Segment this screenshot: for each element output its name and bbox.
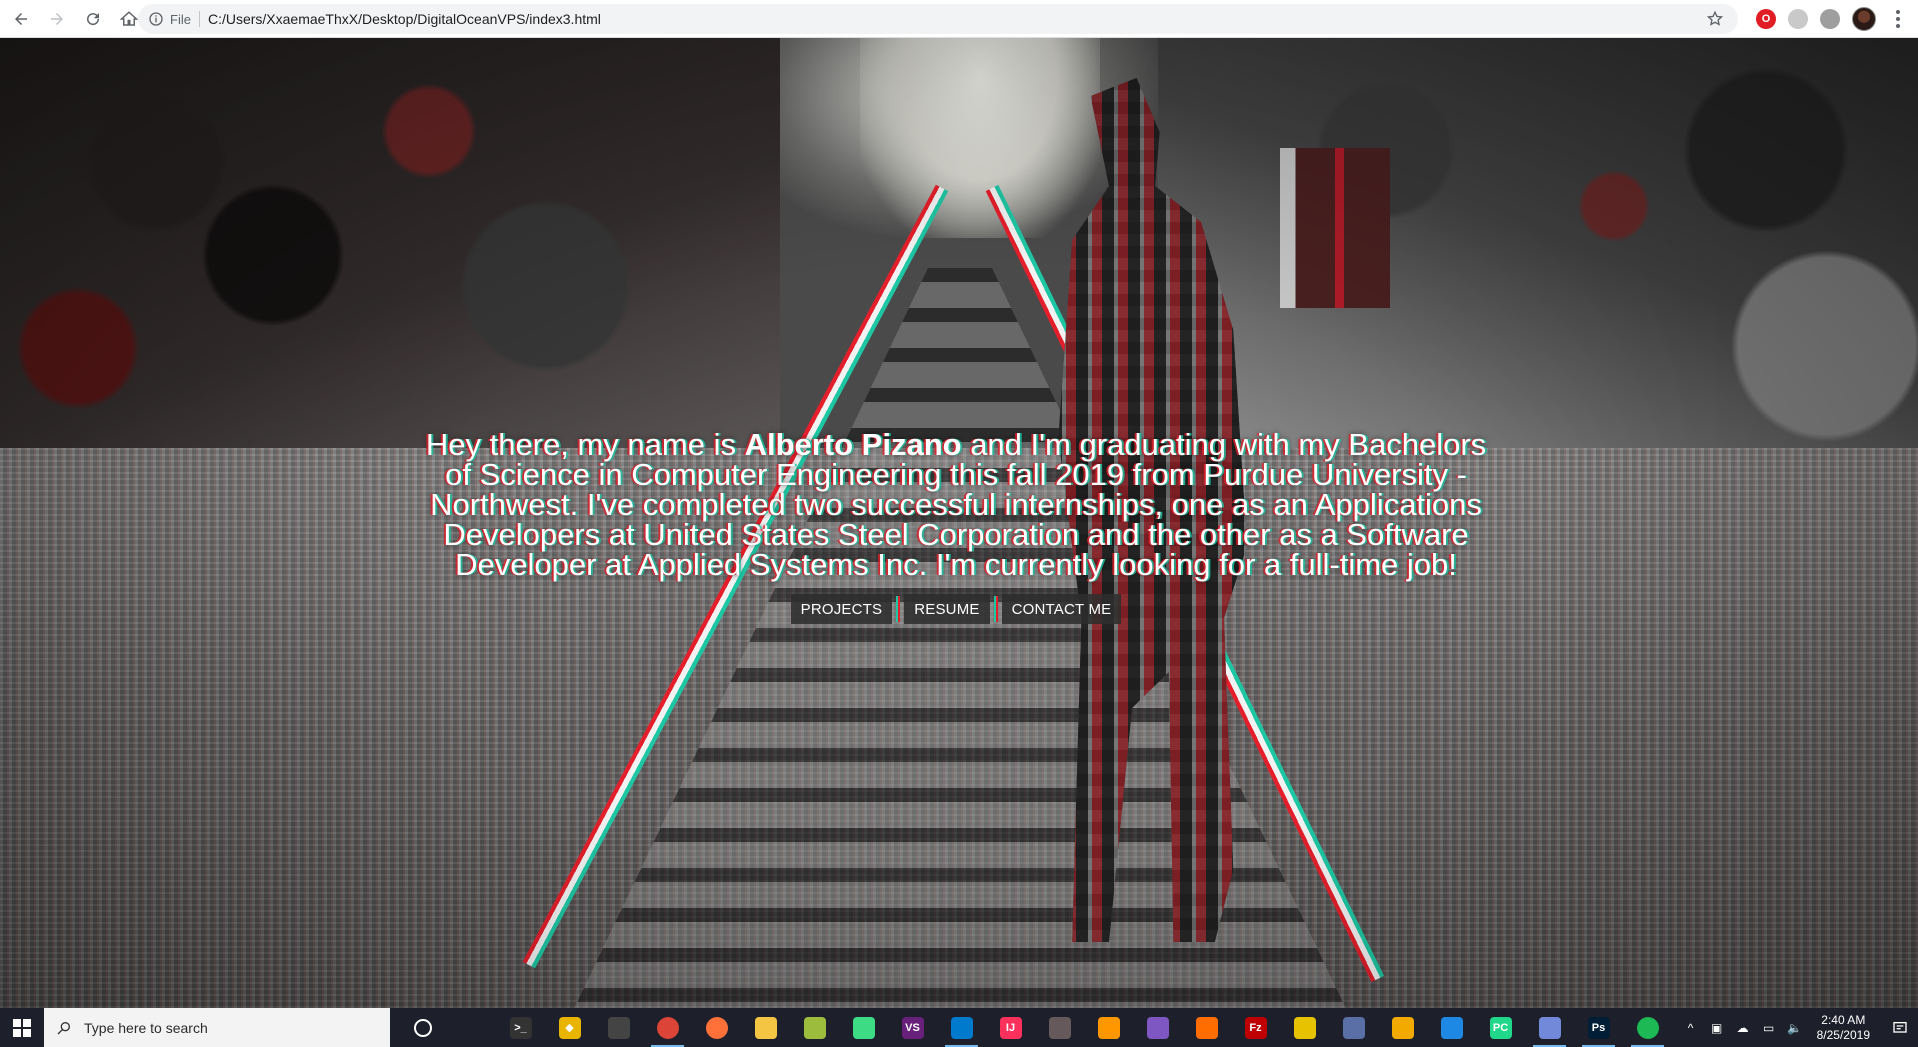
pycharm-icon[interactable]: PC: [1476, 1008, 1525, 1047]
extension-icon[interactable]: [1788, 9, 1808, 29]
window-app-icon-glyph: [607, 1016, 630, 1039]
discord-icon-glyph: [1538, 1016, 1561, 1039]
diamond-app-icon-glyph: ◆: [558, 1016, 581, 1039]
browser-toolbar: File C:/Users/XxaemaeThxX/Desktop/Digita…: [0, 0, 1918, 38]
url-scheme-label: File: [170, 11, 191, 27]
paint-icon-glyph: [803, 1016, 826, 1039]
paint-icon[interactable]: [790, 1008, 839, 1047]
extensions-area: O: [1756, 0, 1918, 38]
windows-start-icon[interactable]: [0, 1008, 44, 1047]
atom-icon-glyph: [1048, 1016, 1071, 1039]
info-icon[interactable]: [148, 11, 164, 27]
system-tray: ^ ▣ ☁ ▭ 🔈 2:40 AM 8/25/2019: [1681, 1008, 1918, 1047]
button-divider: [896, 596, 901, 622]
intro-block: Hey there, my name is Alberto Pizano and…: [412, 429, 1500, 624]
terminal-icon[interactable]: >_: [496, 1008, 545, 1047]
tray-app-icon[interactable]: ▣: [1707, 1008, 1727, 1047]
sql-app-icon-glyph: [1391, 1016, 1414, 1039]
hero-section: Hey there, my name is Alberto Pizano and…: [0, 38, 1918, 1008]
yellow-app-icon[interactable]: [1280, 1008, 1329, 1047]
cube-app-icon[interactable]: [1427, 1008, 1476, 1047]
projects-button[interactable]: PROJECTS: [790, 594, 893, 624]
menu-dots-icon[interactable]: [1888, 9, 1908, 29]
resume-button[interactable]: RESUME: [904, 594, 990, 624]
bar-app-icon-glyph: [1342, 1016, 1365, 1039]
diamond-app-icon[interactable]: ◆: [545, 1008, 594, 1047]
file-explorer-icon[interactable]: [741, 1008, 790, 1047]
profile-avatar[interactable]: [1852, 7, 1876, 31]
android-studio-icon[interactable]: [839, 1008, 888, 1047]
yellow-app-icon-glyph: [1293, 1016, 1316, 1039]
button-divider: [993, 596, 998, 622]
visual-studio-icon[interactable]: VS: [888, 1008, 937, 1047]
forward-arrow-icon[interactable]: [42, 4, 72, 34]
purple-app-icon[interactable]: [1133, 1008, 1182, 1047]
notifications-icon[interactable]: [1882, 1008, 1918, 1047]
pinned-apps: >_ ◆ VS IJ Fz PC Ps: [398, 1008, 1672, 1047]
extension-icon[interactable]: [1820, 9, 1840, 29]
cortana-icon-glyph: [413, 1018, 432, 1037]
sublime-icon-glyph: [1097, 1016, 1120, 1039]
opera-extension-icon[interactable]: O: [1756, 9, 1776, 29]
onedrive-icon[interactable]: ☁: [1733, 1008, 1753, 1047]
photoshop-icon-glyph: Ps: [1587, 1016, 1610, 1039]
intellij-icon-glyph: IJ: [999, 1016, 1022, 1039]
orange-app-icon[interactable]: [1182, 1008, 1231, 1047]
intro-text: Hey there, my name is Alberto Pizano and…: [412, 429, 1500, 580]
visual-studio-icon-glyph: VS: [901, 1016, 924, 1039]
sublime-icon[interactable]: [1084, 1008, 1133, 1047]
chrome-icon[interactable]: [643, 1008, 692, 1047]
clock-time: 2:40 AM: [1821, 1012, 1866, 1027]
volume-icon[interactable]: 🔈: [1785, 1008, 1805, 1047]
bookmark-star-icon[interactable]: [1706, 10, 1724, 28]
sql-app-icon[interactable]: [1378, 1008, 1427, 1047]
chevron-up-icon[interactable]: ^: [1681, 1008, 1701, 1047]
search-placeholder: Type here to search: [84, 1019, 208, 1036]
spotify-icon-glyph: [1636, 1016, 1659, 1039]
intellij-icon[interactable]: IJ: [986, 1008, 1035, 1047]
taskbar: Type here to search >_ ◆ VS IJ Fz PC Ps ^ ▣ ☁ …: [0, 1008, 1918, 1047]
bar-app-icon[interactable]: [1329, 1008, 1378, 1047]
clock[interactable]: 2:40 AM 8/25/2019: [1817, 1013, 1870, 1043]
network-icon[interactable]: ▭: [1759, 1008, 1779, 1047]
contact-me-button[interactable]: CONTACT ME: [1001, 594, 1122, 624]
atom-icon[interactable]: [1035, 1008, 1084, 1047]
filezilla-icon[interactable]: Fz: [1231, 1008, 1280, 1047]
reload-icon[interactable]: [78, 4, 108, 34]
firefox-icon[interactable]: [692, 1008, 741, 1047]
window-app-icon[interactable]: [594, 1008, 643, 1047]
clock-date: 8/25/2019: [1816, 1027, 1870, 1042]
url-divider: [198, 11, 200, 27]
back-arrow-icon[interactable]: [6, 4, 36, 34]
taskbar-search-box[interactable]: Type here to search: [44, 1008, 390, 1047]
vscode-icon-glyph: [950, 1016, 973, 1039]
file-explorer-icon-glyph: [754, 1016, 777, 1039]
android-studio-icon-glyph: [852, 1016, 875, 1039]
orange-app-icon-glyph: [1195, 1016, 1218, 1039]
filezilla-icon-glyph: Fz: [1244, 1016, 1267, 1039]
cortana-icon[interactable]: [398, 1008, 447, 1047]
url-text[interactable]: C:/Users/XxaemaeThxX/Desktop/DigitalOcea…: [208, 11, 601, 27]
search-icon: [57, 1021, 70, 1034]
cube-app-icon-glyph: [1440, 1016, 1463, 1039]
vscode-icon[interactable]: [937, 1008, 986, 1047]
spotify-icon[interactable]: [1623, 1008, 1672, 1047]
purple-app-icon-glyph: [1146, 1016, 1169, 1039]
nav-button-row: PROJECTS RESUME CONTACT ME: [412, 594, 1500, 624]
chrome-icon-glyph: [656, 1016, 679, 1039]
terminal-icon-glyph: >_: [509, 1016, 532, 1039]
address-bar[interactable]: File C:/Users/XxaemaeThxX/Desktop/Digita…: [138, 4, 1738, 34]
pycharm-icon-glyph: PC: [1489, 1016, 1512, 1039]
discord-icon[interactable]: [1525, 1008, 1574, 1047]
photoshop-icon[interactable]: Ps: [1574, 1008, 1623, 1047]
task-view-icon-glyph: [460, 1016, 483, 1039]
task-view-icon[interactable]: [447, 1008, 496, 1047]
firefox-icon-glyph: [705, 1016, 728, 1039]
